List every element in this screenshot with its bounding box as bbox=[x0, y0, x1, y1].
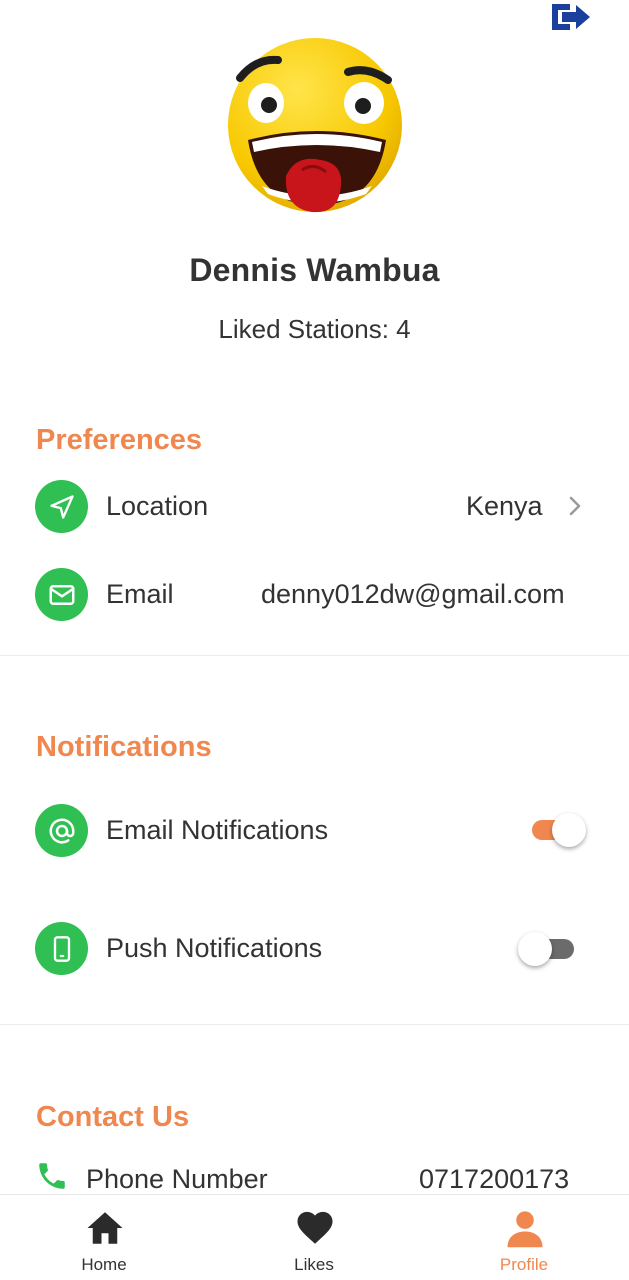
at-icon bbox=[35, 804, 88, 857]
location-row[interactable]: Location Kenya bbox=[0, 476, 629, 536]
nav-likes-label: Likes bbox=[294, 1255, 334, 1274]
chevron-right-icon bbox=[569, 496, 581, 516]
nav-likes[interactable]: Likes bbox=[254, 1195, 374, 1280]
nav-profile-label: Profile bbox=[499, 1255, 549, 1274]
phone-call-icon bbox=[39, 1163, 65, 1189]
phone-icon bbox=[35, 922, 88, 975]
email-notifications-label: Email Notifications bbox=[106, 815, 329, 845]
push-notifications-row: Push Notifications bbox=[0, 918, 629, 978]
email-row[interactable]: Email denny012dw@gmail.com bbox=[0, 564, 629, 624]
navigation-icon bbox=[35, 480, 88, 533]
email-notifications-toggle[interactable] bbox=[530, 811, 588, 849]
person-icon bbox=[507, 1211, 543, 1248]
section-divider bbox=[0, 655, 629, 656]
email-label: Email bbox=[106, 579, 174, 609]
phone-number-row[interactable]: Phone Number 0717200173 bbox=[0, 1150, 629, 1194]
preferences-title: Preferences bbox=[36, 424, 203, 456]
email-value: denny012dw@gmail.com bbox=[261, 579, 565, 609]
nav-home[interactable]: Home bbox=[44, 1195, 164, 1280]
push-notifications-toggle[interactable] bbox=[518, 930, 576, 968]
notifications-title: Notifications bbox=[36, 731, 212, 763]
phone-number-label: Phone Number bbox=[86, 1164, 268, 1194]
location-value: Kenya bbox=[466, 491, 543, 521]
contact-title: Contact Us bbox=[36, 1101, 190, 1133]
phone-number-value: 0717200173 bbox=[419, 1164, 570, 1194]
logout-icon bbox=[552, 4, 590, 30]
mail-icon bbox=[35, 568, 88, 621]
emoji-avatar-icon bbox=[228, 38, 402, 213]
nav-home-label: Home bbox=[81, 1255, 127, 1274]
home-icon bbox=[87, 1212, 123, 1244]
nav-profile[interactable]: Profile bbox=[464, 1195, 584, 1280]
email-notifications-row: Email Notifications bbox=[0, 800, 629, 860]
liked-stations-count: Liked Stations: 4 bbox=[218, 314, 411, 344]
logout-button[interactable] bbox=[548, 0, 594, 34]
avatar[interactable] bbox=[226, 36, 404, 214]
profile-name: Dennis Wambua bbox=[189, 252, 440, 288]
push-notifications-label: Push Notifications bbox=[106, 933, 323, 963]
bottom-navigation: Home Likes Profile bbox=[0, 1194, 629, 1280]
heart-icon bbox=[297, 1211, 333, 1244]
location-label: Location bbox=[106, 491, 209, 521]
section-divider bbox=[0, 1024, 629, 1025]
